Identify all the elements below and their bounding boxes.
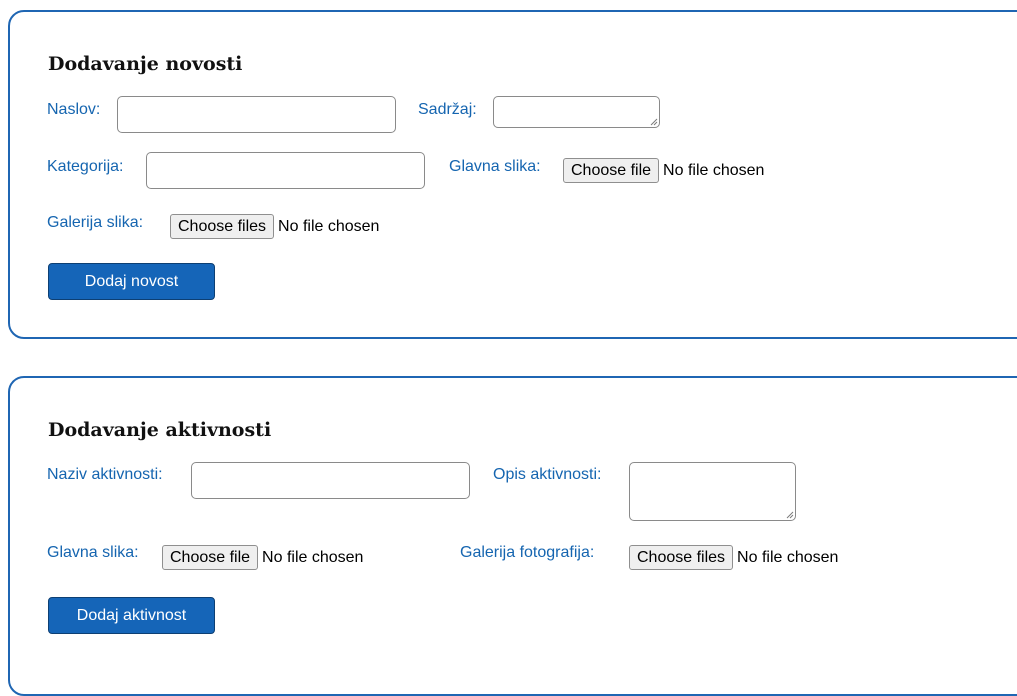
glavna-slika-label: Glavna slika: [47,544,139,561]
galerija-slika-status: No file chosen [278,217,380,235]
activity-form-card: Dodavanje aktivnosti Naziv aktivnosti: O… [8,376,1017,696]
glavna-slika-file-input: Choose file No file chosen [162,545,363,570]
glavna-slika-choose-button[interactable]: Choose file [162,545,259,570]
news-form-card: Dodavanje novosti Naslov: Sadržaj: Kateg… [8,10,1017,339]
naslov-label: Naslov: [47,101,101,118]
glavna-slika-status: No file chosen [262,548,364,566]
news-form-title: Dodavanje novosti [48,53,243,75]
glavna-slika-choose-button[interactable]: Choose file [563,158,660,183]
opis-aktivnosti-label: Opis aktivnosti: [493,466,602,483]
galerija-fotografija-choose-button[interactable]: Choose files [629,545,734,570]
dodaj-aktivnost-button[interactable]: Dodaj aktivnost [48,597,215,634]
glavna-slika-file-input: Choose file No file chosen [563,158,764,183]
opis-aktivnosti-textarea-wrap [629,462,796,521]
sadrzaj-label: Sadržaj: [418,101,477,118]
activity-form-title: Dodavanje aktivnosti [48,419,272,441]
glavna-slika-status: No file chosen [663,161,765,179]
galerija-fotografija-status: No file chosen [737,548,839,566]
sadrzaj-textarea[interactable] [493,96,660,128]
kategorija-input[interactable] [146,152,425,189]
galerija-slika-choose-button[interactable]: Choose files [170,214,275,239]
sadrzaj-textarea-wrap [493,96,660,128]
galerija-slika-label: Galerija slika: [47,214,144,231]
galerija-fotografija-label: Galerija fotografija: [460,544,595,561]
naslov-input[interactable] [117,96,396,133]
glavna-slika-label: Glavna slika: [449,158,541,175]
naziv-aktivnosti-label: Naziv aktivnosti: [47,466,163,483]
kategorija-label: Kategorija: [47,158,124,175]
galerija-slika-file-input: Choose files No file chosen [170,214,379,239]
dodaj-novost-button[interactable]: Dodaj novost [48,263,215,300]
galerija-fotografija-file-input: Choose files No file chosen [629,545,838,570]
opis-aktivnosti-textarea[interactable] [629,462,796,521]
naziv-aktivnosti-input[interactable] [191,462,470,499]
